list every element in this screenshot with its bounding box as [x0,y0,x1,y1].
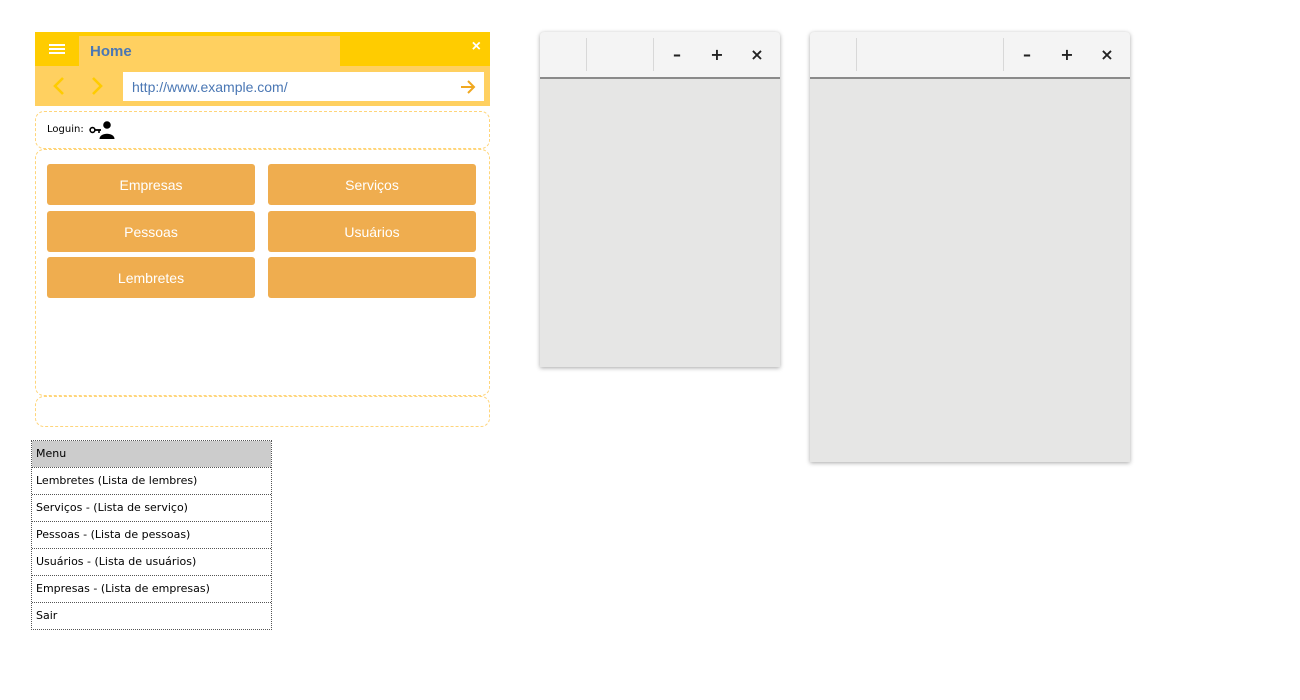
user-key-icon[interactable] [89,120,115,140]
minimize-icon[interactable]: – [1017,45,1037,65]
menu-item-servicos[interactable]: Serviços - (Lista de serviço) [32,494,271,521]
window-1-title-bar[interactable]: – + × [540,32,780,79]
tab-close-icon[interactable]: × [472,38,481,56]
title-bar-divider [856,38,857,71]
tab-title: Home [90,43,132,60]
pessoas-button[interactable]: Pessoas [47,211,255,252]
content-panel: Empresas Serviços Pessoas Usuários Lembr… [35,149,490,396]
window-2-title-bar[interactable]: – + × [810,32,1130,79]
maximize-icon[interactable]: + [707,45,727,65]
close-icon[interactable]: × [747,45,767,65]
title-bar: Home × [35,32,490,66]
forward-arrow-icon[interactable] [84,74,108,98]
tab-home[interactable]: Home [79,36,340,66]
hamburger-menu-icon[interactable] [45,41,69,57]
menu-item-pessoas[interactable]: Pessoas - (Lista de pessoas) [32,521,271,548]
minimize-icon[interactable]: – [667,45,687,65]
menu-item-lembretes[interactable]: Lembretes (Lista de lembres) [32,467,271,494]
footer-panel [35,396,490,427]
browser-window: Home × Loguin: Empresas Serviç [35,32,490,427]
menu-item-empresas[interactable]: Empresas - (Lista de empresas) [32,575,271,602]
go-arrow-icon[interactable] [458,77,478,97]
servicos-button[interactable]: Serviços [268,164,476,205]
address-bar [35,66,490,106]
login-panel: Loguin: [35,111,490,149]
empty-window-2: – + × [810,32,1130,462]
close-icon[interactable]: × [1097,45,1117,65]
menu-item-usuarios[interactable]: Usuários - (Lista de usuários) [32,548,271,575]
title-bar-divider [586,38,587,71]
usuarios-button[interactable]: Usuários [268,211,476,252]
title-bar-divider [1003,38,1004,71]
menu-item-sair[interactable]: Sair [32,602,271,629]
back-arrow-icon[interactable] [48,74,72,98]
login-label: Loguin: [47,124,84,135]
empty-button[interactable] [268,257,476,298]
menu-header: Menu [32,441,271,467]
title-bar-divider [653,38,654,71]
url-box [123,72,484,101]
url-input[interactable] [123,72,452,101]
empresas-button[interactable]: Empresas [47,164,255,205]
menu-list: Menu Lembretes (Lista de lembres) Serviç… [31,440,272,630]
empty-window-1: – + × [540,32,780,367]
lembretes-button[interactable]: Lembretes [47,257,255,298]
maximize-icon[interactable]: + [1057,45,1077,65]
